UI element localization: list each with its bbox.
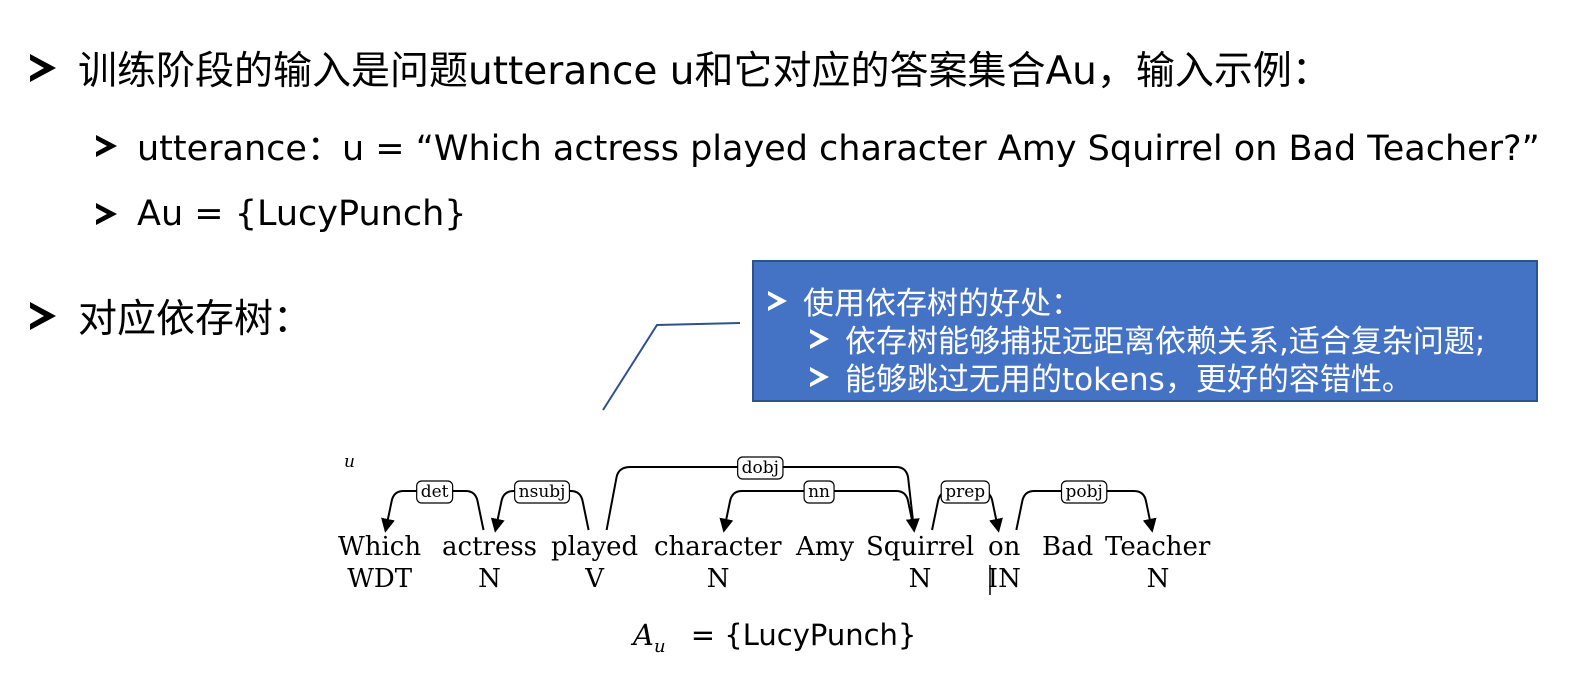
tree-token: Squirrel — [866, 532, 974, 562]
tree-arc-label: det — [421, 482, 449, 502]
dependency-tree-diagram: u det nsubj dobj nn prep pobj Which actress pla… — [338, 322, 1211, 595]
tree-pos-tag: N — [909, 564, 932, 594]
answer-symbol: A — [633, 618, 654, 652]
tree-pos-tag: V — [584, 564, 605, 594]
tree-label: u — [344, 452, 355, 472]
tree-token: Amy — [795, 532, 854, 562]
tree-pos-tag: N — [478, 564, 501, 594]
tree-pos-tag: IN — [988, 564, 1021, 594]
tree-arc-label: dobj — [742, 458, 779, 478]
tree-token: actress — [442, 532, 537, 562]
tree-pos-tag: N — [707, 564, 730, 594]
tree-token: character — [654, 532, 782, 562]
tree-pos-tag: WDT — [347, 564, 413, 594]
tree-token: played — [551, 532, 638, 562]
tree-arc-label: nn — [808, 482, 830, 502]
tree-token: Which — [338, 532, 421, 562]
answer-formula: Au = {LucyPunch} — [633, 618, 916, 657]
tree-arc-label: prep — [945, 482, 985, 502]
tree-arc-label: pobj — [1065, 482, 1102, 502]
tree-token: on — [988, 532, 1021, 562]
tree-token: Teacher — [1105, 532, 1211, 562]
tree-token: Bad — [1042, 532, 1093, 562]
tree-arc-label: nsubj — [519, 482, 566, 502]
answer-subscript: u — [653, 635, 666, 657]
callout-pointer-line — [602, 322, 741, 411]
tree-pos-tag: N — [1147, 564, 1170, 594]
answer-text: = {LucyPunch} — [690, 618, 917, 652]
